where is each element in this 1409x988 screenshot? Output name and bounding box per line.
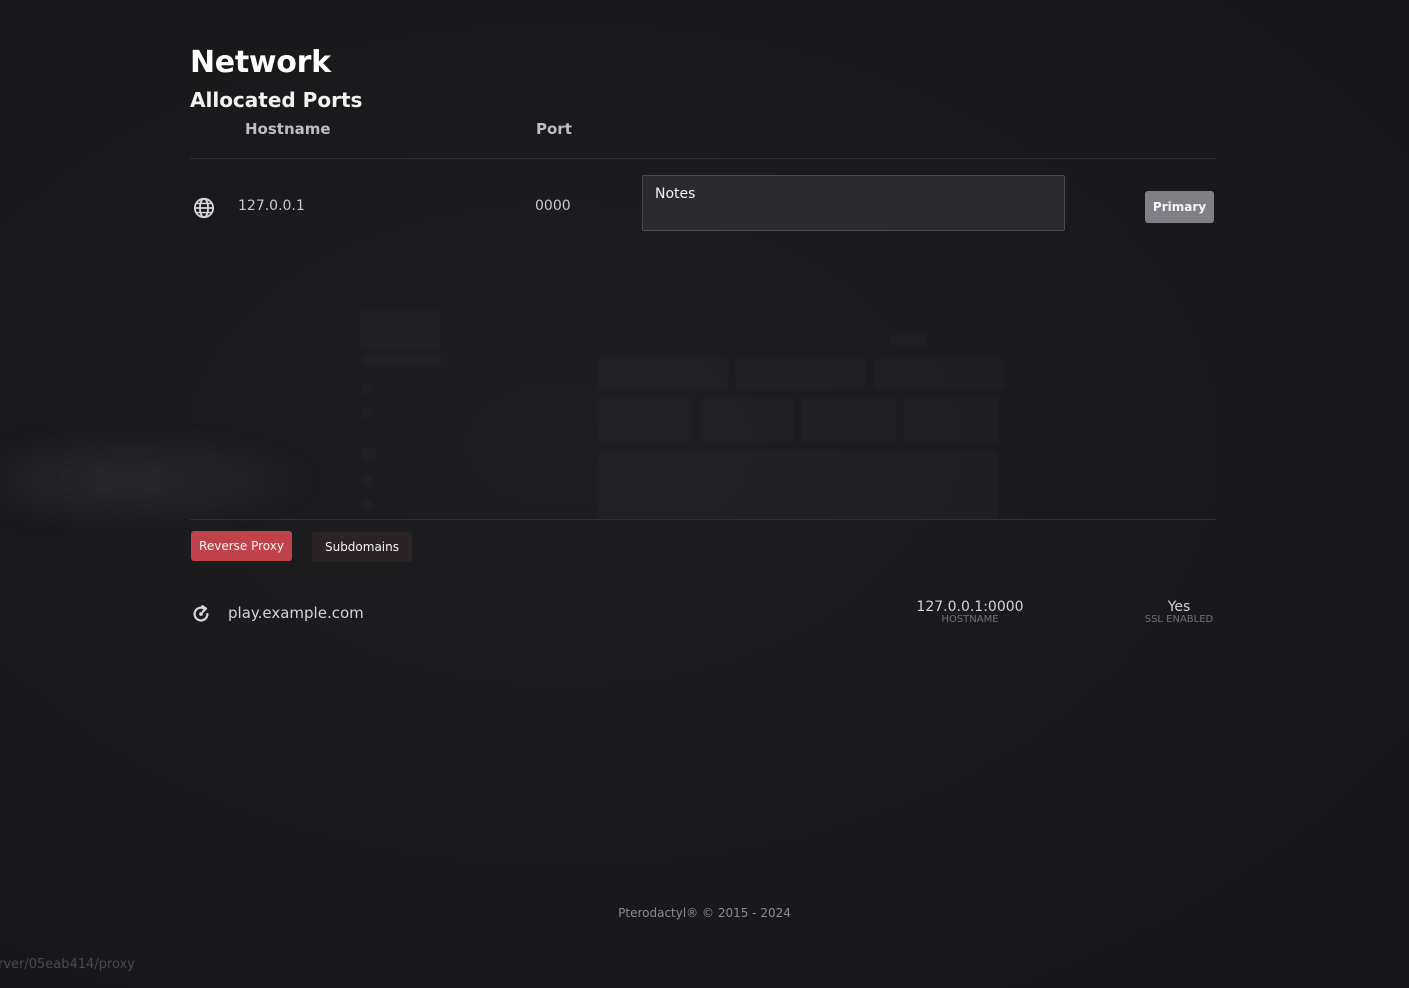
proxy-hostname-stat: 127.0.0.1:0000 HOSTNAME — [912, 600, 1028, 625]
proxy-ssl-stat: Yes SSL ENABLED — [1134, 600, 1224, 625]
ports-table-header: Hostname Port — [190, 114, 1216, 159]
proxy-ssl-label: SSL ENABLED — [1144, 614, 1214, 625]
allocation-hostname: 127.0.0.1 — [238, 198, 305, 214]
footer-copyright: Pterodactyl® © 2015 - 2024 — [618, 906, 791, 920]
status-bar-url: rver/05eab414/proxy — [0, 957, 135, 972]
allocation-port: 0000 — [535, 198, 571, 214]
port-allocation-row: 127.0.0.1 0000 Primary — [190, 159, 1216, 255]
proxy-hostname-label: HOSTNAME — [941, 614, 999, 625]
proxy-row[interactable]: play.example.com 127.0.0.1:0000 HOSTNAME… — [190, 594, 1216, 634]
proxy-domain: play.example.com — [228, 604, 364, 622]
page-title: Network — [190, 45, 331, 80]
network-section: Network Allocated Ports Hostname Port 12… — [190, 40, 1216, 255]
proxy-tabs: Reverse Proxy Subdomains — [191, 531, 412, 562]
tab-reverse-proxy[interactable]: Reverse Proxy — [191, 531, 292, 561]
section-divider — [190, 519, 1216, 520]
proxy-hostname-value: 127.0.0.1:0000 — [916, 599, 1024, 615]
globe-icon — [193, 197, 215, 219]
background-glow — [0, 430, 320, 530]
background-preview — [350, 310, 1030, 520]
section-subtitle: Allocated Ports — [190, 88, 363, 112]
allocation-notes-input[interactable] — [642, 175, 1065, 231]
refresh-icon — [193, 605, 209, 622]
column-header-hostname: Hostname — [245, 120, 331, 138]
proxy-ssl-value: Yes — [1167, 599, 1191, 615]
page: Network Allocated Ports Hostname Port 12… — [0, 0, 1409, 988]
primary-button[interactable]: Primary — [1145, 191, 1214, 223]
tab-subdomains[interactable]: Subdomains — [312, 532, 412, 562]
column-header-port: Port — [536, 120, 572, 138]
